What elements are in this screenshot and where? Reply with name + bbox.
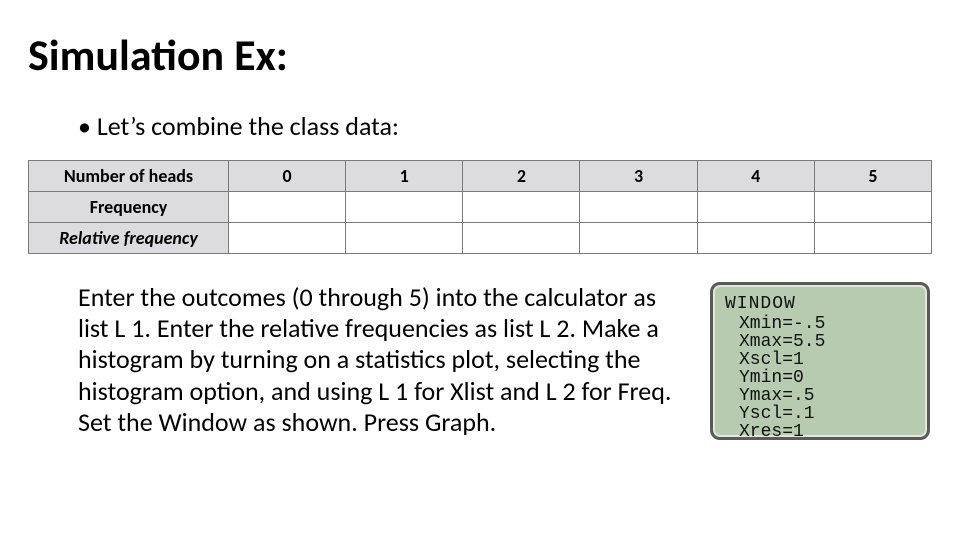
header-0: 0 (229, 161, 346, 192)
header-4: 4 (697, 161, 814, 192)
instructions-paragraph: Enter the outcomes (0 through 5) into th… (78, 282, 688, 438)
table-row: Frequency (29, 192, 932, 223)
calculator-window-screenshot: WINDOW Xmin=-.5 Xmax=5.5 Xscl=1 Ymin=0 Y… (710, 282, 930, 440)
table-header-row: Number of heads 0 1 2 3 4 5 (29, 161, 932, 192)
cell (229, 192, 346, 223)
table-row: Relative frequency (29, 223, 932, 254)
header-2: 2 (463, 161, 580, 192)
cell (346, 223, 463, 254)
cell (346, 192, 463, 223)
cell (580, 223, 697, 254)
cell (814, 223, 931, 254)
calc-line-xmin: Xmin=-.5 (725, 315, 915, 333)
header-number-of-heads: Number of heads (29, 161, 229, 192)
cell (580, 192, 697, 223)
cell (463, 192, 580, 223)
cell (463, 223, 580, 254)
calc-line-xmax: Xmax=5.5 (725, 333, 915, 351)
data-table: Number of heads 0 1 2 3 4 5 Frequency Re… (28, 160, 932, 254)
cell (697, 223, 814, 254)
calc-line-ymin: Ymin=0 (725, 369, 915, 387)
calc-line-ymax: Ymax=.5 (725, 387, 915, 405)
calc-line-yscl: Yscl=.1 (725, 405, 915, 423)
calc-title: WINDOW (725, 295, 915, 313)
header-5: 5 (814, 161, 931, 192)
row-label-frequency: Frequency (29, 192, 229, 223)
intro-bullet: Let’s combine the class data: (78, 110, 932, 142)
calc-line-xres: Xres=1 (725, 423, 915, 441)
slide: Simulation Ex: Let’s combine the class d… (0, 0, 960, 540)
header-1: 1 (346, 161, 463, 192)
cell (229, 223, 346, 254)
lower-row: Enter the outcomes (0 through 5) into th… (78, 282, 932, 440)
slide-title: Simulation Ex: (28, 28, 932, 82)
header-3: 3 (580, 161, 697, 192)
cell (814, 192, 931, 223)
calc-line-xscl: Xscl=1 (725, 351, 915, 369)
row-label-relative-frequency: Relative frequency (29, 223, 229, 254)
cell (697, 192, 814, 223)
